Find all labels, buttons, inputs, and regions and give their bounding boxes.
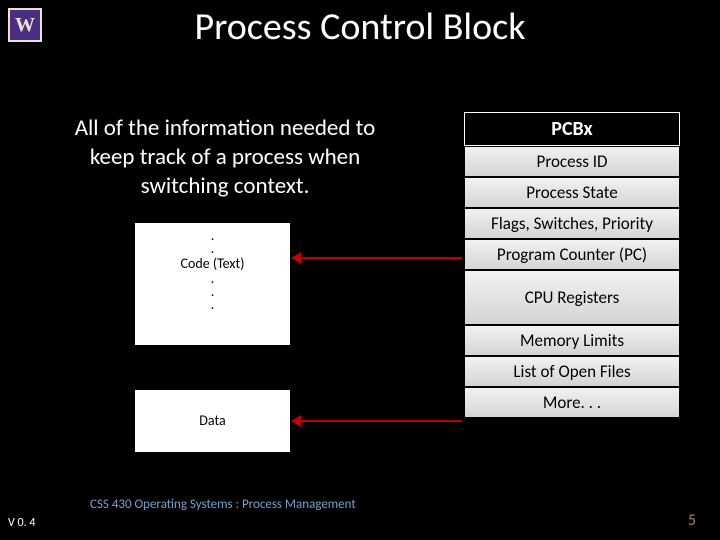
dot: .	[139, 242, 286, 255]
dot: .	[139, 298, 286, 311]
slide-description: All of the information needed to keep tr…	[55, 114, 395, 200]
pcb-row-process-state: Process State	[464, 177, 680, 208]
pcb-row-pc: Program Counter (PC)	[464, 239, 680, 270]
arrow-to-data	[300, 420, 462, 422]
data-box: Data	[135, 390, 290, 452]
pcb-header: PCBx	[464, 112, 680, 146]
code-text-box: . . Code (Text) . . .	[135, 223, 290, 345]
footer-course: CSS 430 Operating Systems : Process Mana…	[90, 497, 356, 512]
arrow-to-code	[300, 257, 462, 259]
pcb-table: PCBx Process ID Process State Flags, Swi…	[464, 112, 680, 418]
pcb-row-registers: CPU Registers	[464, 270, 680, 325]
page-number: 5	[688, 511, 696, 530]
pcb-row-process-id: Process ID	[464, 146, 680, 177]
data-label: Data	[199, 412, 225, 429]
pcb-row-open-files: List of Open Files	[464, 356, 680, 387]
pcb-row-memory-limits: Memory Limits	[464, 325, 680, 356]
slide-title: Process Control Block	[0, 4, 720, 50]
pcb-row-flags: Flags, Switches, Priority	[464, 208, 680, 239]
pcb-row-more: More. . .	[464, 387, 680, 418]
version-label: V 0. 4	[8, 516, 35, 530]
